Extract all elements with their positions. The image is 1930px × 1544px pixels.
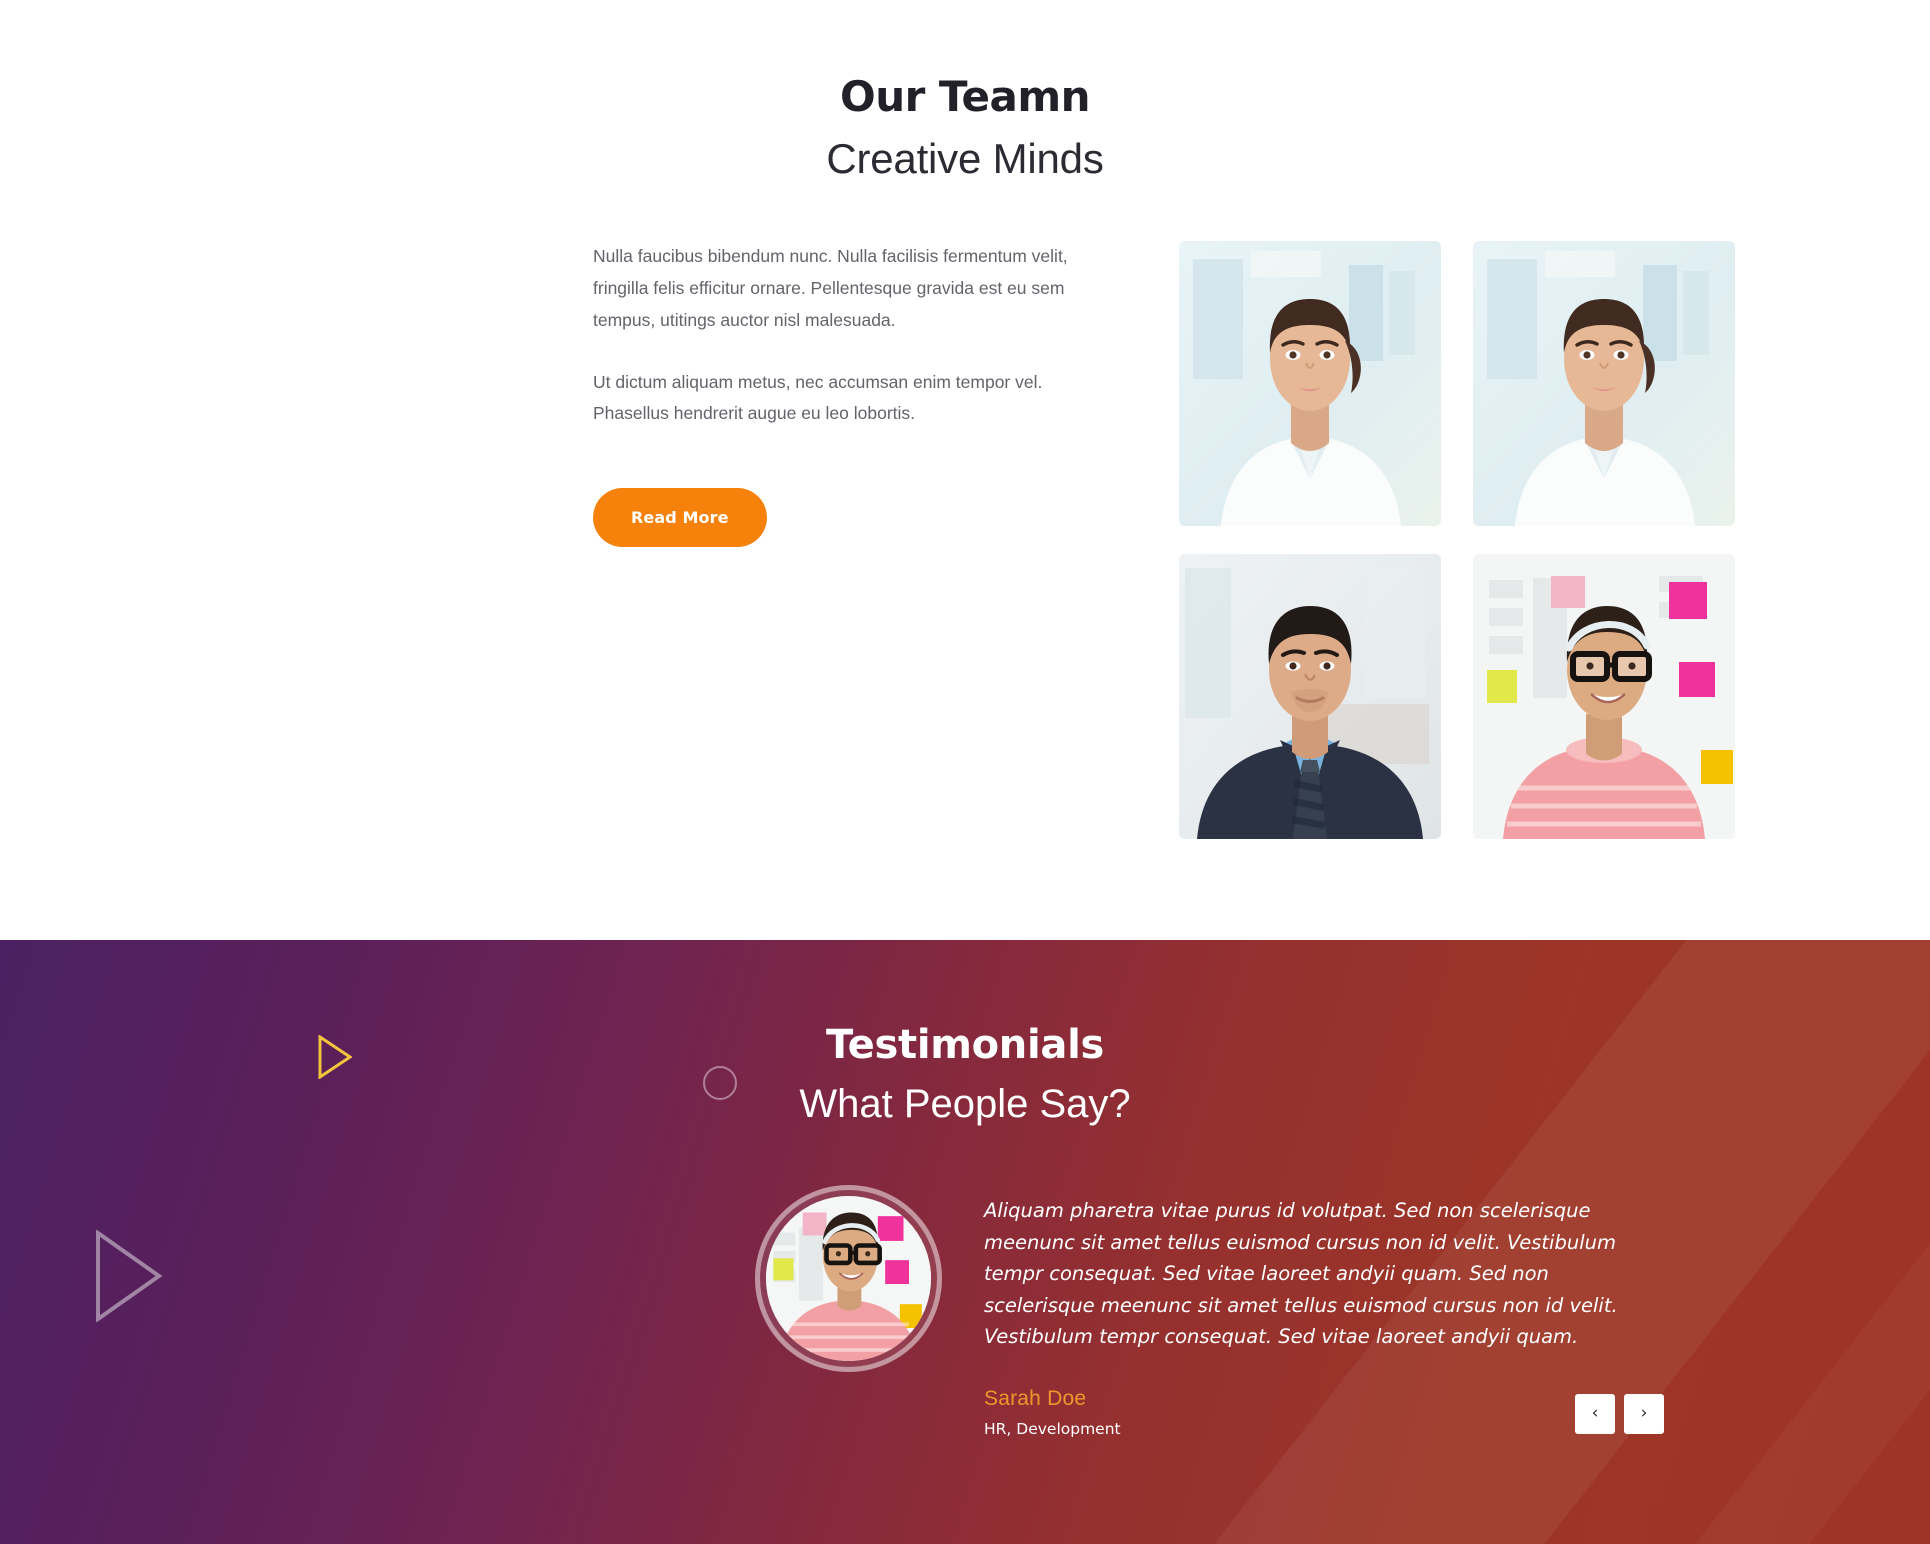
businesswoman-white-shirt-icon [1179,241,1441,526]
testimonials-title: Testimonials [825,1022,1104,1068]
team-body: Nulla faucibus bibendum nunc. Nulla faci… [195,183,1735,839]
testimonial-author: Sarah Doe HR, Development [984,1387,1121,1438]
team-photo-grid [1179,241,1735,839]
team-member-photo-3[interactable] [1179,554,1441,839]
team-member-photo-2[interactable] [1473,241,1735,526]
woman-glasses-pink-sweater-avatar-icon [766,1196,931,1361]
testimonial-content: Aliquam pharetra vitae purus id volutpat… [984,1185,1664,1438]
testimonial-author-name: Sarah Doe [984,1386,1087,1410]
avatar [755,1185,942,1372]
next-button[interactable]: › [1624,1393,1664,1434]
page-title: Our Teamn [839,72,1091,121]
team-text-column: Nulla faucibus bibendum nunc. Nulla faci… [593,241,1115,839]
businesswoman-white-shirt-icon [1473,241,1735,526]
testimonials-subtitle: What People Say? [799,1082,1131,1126]
team-section: Our Teamn Creative Minds Nulla faucibus … [0,0,1930,940]
testimonial-card: Aliquam pharetra vitae purus id volutpat… [215,1185,1715,1438]
triangle-outline-light-icon [95,1229,163,1327]
team-heading: Our Teamn Creative Minds [0,0,1930,183]
testimonial-footer: Sarah Doe HR, Development ‹ › [984,1387,1664,1438]
team-member-photo-1[interactable] [1179,241,1441,526]
testimonial-navigation: ‹ › [1575,1393,1664,1434]
prev-button[interactable]: ‹ [1575,1393,1615,1434]
read-more-button[interactable]: Read More [593,488,767,548]
businessman-suit-tie-icon [1179,554,1441,839]
testimonials-heading: Testimonials What People Say? [0,940,1930,1127]
testimonial-quote: Aliquam pharetra vitae purus id volutpat… [984,1199,1618,1349]
team-paragraph-2: Ut dictum aliquam metus, nec accumsan en… [593,371,1043,424]
team-member-photo-4[interactable] [1473,554,1735,839]
woman-glasses-pink-sweater-icon [1473,554,1735,839]
team-subtitle: Creative Minds [826,135,1104,182]
testimonials-section: Testimonials What People Say? Aliquam ph… [0,940,1930,1544]
page-root: Our Teamn Creative Minds Nulla faucibus … [0,0,1930,1544]
testimonial-author-role: HR, Development [984,1419,1121,1438]
team-paragraph-1: Nulla faucibus bibendum nunc. Nulla faci… [593,246,1068,330]
avatar-image [766,1196,931,1361]
